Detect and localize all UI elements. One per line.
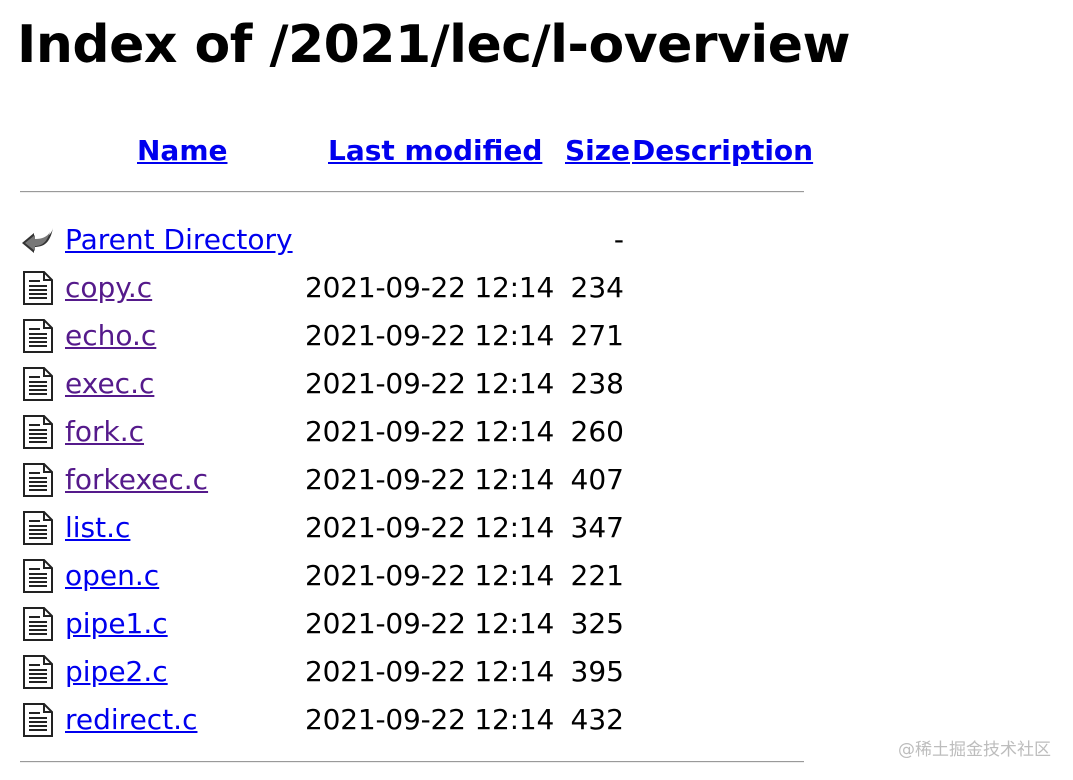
file-size: 395 [570,655,624,688]
text-file-icon [20,702,56,738]
file-link[interactable]: echo.c [65,316,156,356]
file-size: 347 [570,511,624,544]
text-file-icon [20,510,56,546]
watermark: @稀土掘金技术社区 [898,740,1051,760]
text-file-icon [20,606,56,642]
text-file-icon [20,558,56,594]
file-size: 234 [570,271,624,304]
file-last-modified: 2021-09-22 12:14 [305,703,555,736]
file-link[interactable]: exec.c [65,364,154,404]
file-last-modified: 2021-09-22 12:14 [305,367,555,400]
file-row: exec.c 2021-09-22 12:14 238 [0,360,804,408]
file-size: 407 [570,463,624,496]
file-last-modified: 2021-09-22 12:14 [305,319,555,352]
file-last-modified: 2021-09-22 12:14 [305,655,555,688]
text-file-icon [20,462,56,498]
text-file-icon [20,654,56,690]
file-link[interactable]: forkexec.c [65,460,208,500]
file-size: 238 [570,367,624,400]
file-row: fork.c 2021-09-22 12:14 260 [0,408,804,456]
file-link[interactable]: list.c [65,508,130,548]
file-link[interactable]: fork.c [65,412,144,452]
file-link[interactable]: pipe1.c [65,604,168,644]
top-divider [20,191,804,193]
file-size: 260 [570,415,624,448]
file-last-modified: 2021-09-22 12:14 [305,415,555,448]
file-last-modified: 2021-09-22 12:14 [305,607,555,640]
text-file-icon [20,318,56,354]
page-title: Index of /2021/lec/l-overview [17,15,851,75]
column-header-size[interactable]: Size [565,130,630,172]
file-size: 271 [570,319,624,352]
file-last-modified: 2021-09-22 12:14 [305,511,555,544]
back-arrow-icon [20,222,56,258]
bottom-divider [20,761,804,763]
file-row: pipe1.c 2021-09-22 12:14 325 [0,600,804,648]
file-link[interactable]: redirect.c [65,700,197,740]
file-row: redirect.c 2021-09-22 12:14 432 [0,696,804,744]
file-size: 221 [570,559,624,592]
file-link[interactable]: open.c [65,556,159,596]
file-row: open.c 2021-09-22 12:14 221 [0,552,804,600]
file-link[interactable]: copy.c [65,268,152,308]
file-row: copy.c 2021-09-22 12:14 234 [0,264,804,312]
parent-directory-link[interactable]: Parent Directory [65,220,293,260]
parent-directory-size: - [613,223,624,256]
file-row: list.c 2021-09-22 12:14 347 [0,504,804,552]
column-header-description[interactable]: Description [632,130,813,172]
file-row: forkexec.c 2021-09-22 12:14 407 [0,456,804,504]
file-last-modified: 2021-09-22 12:14 [305,463,555,496]
file-size: 432 [570,703,624,736]
text-file-icon [20,366,56,402]
parent-directory-row: Parent Directory - [0,216,804,264]
file-row: echo.c 2021-09-22 12:14 271 [0,312,804,360]
text-file-icon [20,414,56,450]
file-link[interactable]: pipe2.c [65,652,168,692]
text-file-icon [20,270,56,306]
file-size: 325 [570,607,624,640]
file-last-modified: 2021-09-22 12:14 [305,271,555,304]
column-header-name[interactable]: Name [137,130,228,172]
column-header-last-modified[interactable]: Last modified [328,130,542,172]
file-last-modified: 2021-09-22 12:14 [305,559,555,592]
file-row: pipe2.c 2021-09-22 12:14 395 [0,648,804,696]
